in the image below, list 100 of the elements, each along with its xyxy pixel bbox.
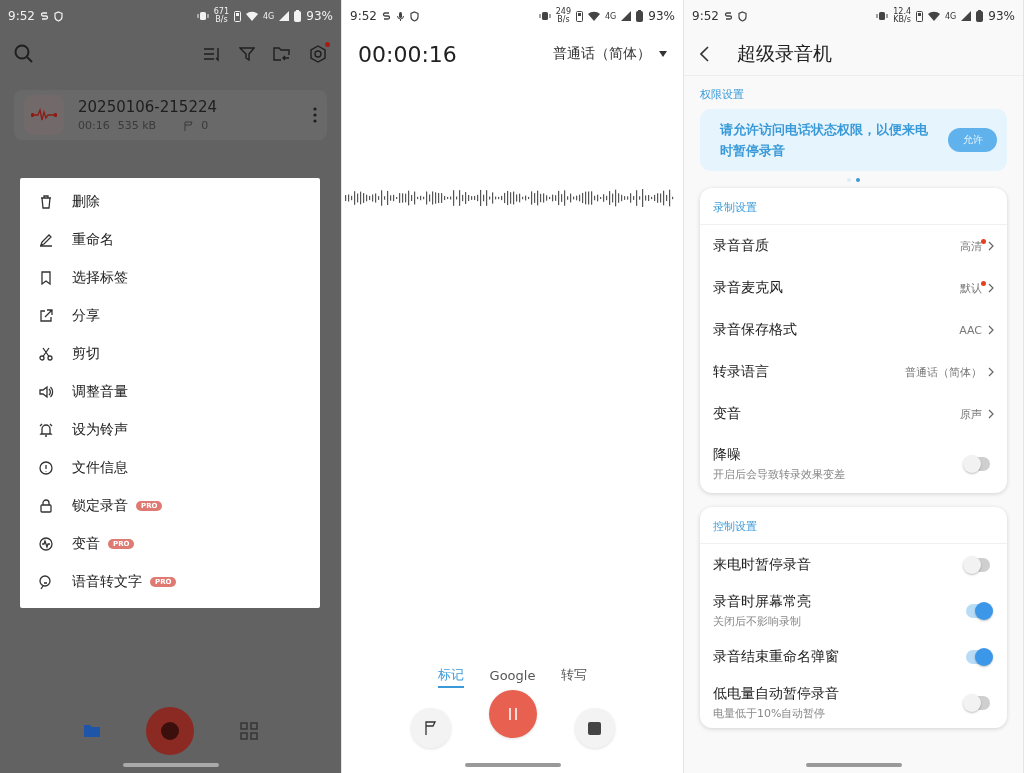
menu-item[interactable]: 文件信息 <box>20 449 320 487</box>
network-speed: B/s <box>557 16 570 24</box>
setting-value: AAC <box>959 323 982 337</box>
toggle-switch[interactable] <box>966 650 990 664</box>
battery-level: 93% <box>648 9 675 23</box>
menu-item[interactable]: 调整音量 <box>20 373 320 411</box>
network-speed: KB/s <box>893 16 911 24</box>
shield-icon <box>737 10 747 22</box>
waveform-icon <box>31 108 57 122</box>
menu-item[interactable]: 重命名 <box>20 221 320 259</box>
menu-item[interactable]: 设为铃声 <box>20 411 320 449</box>
flag-icon <box>424 721 437 735</box>
toggle-switch[interactable] <box>966 558 990 572</box>
menu-item[interactable]: 删除 <box>20 183 320 221</box>
setting-value: 高清 <box>960 238 982 254</box>
lock-icon <box>38 498 54 514</box>
setting-label: 录音结束重命名弹窗 <box>713 648 840 666</box>
setting-description: 电量低于10%自动暂停 <box>713 706 827 721</box>
setting-label: 录音麦克风 <box>713 279 784 297</box>
import-folder-button[interactable] <box>273 46 291 62</box>
status-time: 9:52 <box>350 9 377 23</box>
toggle-switch[interactable] <box>966 604 990 618</box>
search-button[interactable] <box>14 44 34 64</box>
permission-message: 请允许访问电话状态权限，以便来电时暂停录音 <box>720 121 929 160</box>
battery-level: 93% <box>988 9 1015 23</box>
settings-row[interactable]: 转录语言 普通话（简体） <box>700 351 1007 393</box>
sim-icon <box>234 10 242 22</box>
setting-label: 变音 <box>713 405 742 423</box>
setting-value: 默认 <box>960 280 982 296</box>
s-app-icon <box>39 10 49 22</box>
setting-description: 关闭后不影响录制 <box>713 614 802 629</box>
status-time: 9:52 <box>8 9 35 23</box>
record-button[interactable] <box>146 707 195 755</box>
setting-description: 开启后会导致转录效果变差 <box>713 467 846 482</box>
setting-label: 录音保存格式 <box>713 321 798 339</box>
back-icon[interactable] <box>700 45 709 62</box>
setting-label: 降噪 <box>713 446 742 464</box>
settings-button[interactable] <box>309 45 327 63</box>
network-speed: 249 <box>555 8 572 16</box>
sort-button[interactable] <box>203 46 221 62</box>
setting-label: 来电时暂停录音 <box>713 556 812 574</box>
menu-item[interactable]: 分享 <box>20 297 320 335</box>
toggle-switch[interactable] <box>966 696 990 710</box>
stop-button[interactable] <box>574 708 615 748</box>
recording-name: 20250106-215224 <box>78 98 219 116</box>
page-title: 超级录音机 <box>737 40 832 66</box>
setting-label: 录音音质 <box>713 237 770 255</box>
battery-icon <box>636 10 644 22</box>
settings-row[interactable]: 录音音质 高清 <box>700 225 1007 267</box>
setting-label: 低电量自动暂停录音 <box>713 685 840 703</box>
sim-icon <box>576 10 584 22</box>
bell-icon <box>38 422 54 438</box>
toggle-switch[interactable] <box>966 457 990 471</box>
voice-change-icon <box>38 536 54 552</box>
setting-label: 转录语言 <box>713 363 770 381</box>
wifi-icon <box>928 11 941 21</box>
tab[interactable]: Google <box>489 664 536 688</box>
group-title: 录制设置 <box>700 188 1007 225</box>
info-icon <box>38 460 54 476</box>
filter-button[interactable] <box>239 46 255 62</box>
settings-row[interactable]: 变音 原声 <box>700 393 1007 435</box>
network-type: 4G <box>605 11 617 21</box>
signal-icon <box>621 11 632 21</box>
pause-icon <box>507 708 518 720</box>
network-speed: 671 <box>213 8 230 16</box>
tools-tab[interactable] <box>240 722 259 740</box>
signal-icon <box>961 11 972 21</box>
tab[interactable]: 转写 <box>561 664 588 688</box>
setting-value: 原声 <box>960 406 982 422</box>
record-icon <box>160 721 181 741</box>
chevron-icon <box>988 325 994 335</box>
filter-icon <box>239 46 255 62</box>
shield-icon <box>409 10 419 22</box>
flag-icon <box>184 120 194 131</box>
wifi-icon <box>246 11 259 21</box>
section-label: 权限设置 <box>699 87 745 103</box>
settings-row[interactable]: 录音保存格式 AAC <box>700 309 1007 351</box>
pause-button[interactable] <box>488 690 537 738</box>
setting-label: 录音时屏幕常亮 <box>713 593 812 611</box>
bookmark-icon <box>38 270 54 286</box>
folder-arrow-icon <box>273 46 291 62</box>
menu-item[interactable]: 选择标签 <box>20 259 320 297</box>
menu-item[interactable]: 剪切 <box>20 335 320 373</box>
folder-icon <box>82 723 101 739</box>
network-type: 4G <box>945 11 957 21</box>
speech-icon <box>38 574 54 590</box>
network-speed: 12.4 <box>893 8 912 16</box>
language-dropdown[interactable]: 普通话（简体） <box>553 45 667 63</box>
settings-row[interactable]: 录音麦克风 默认 <box>700 267 1007 309</box>
more-icon[interactable] <box>313 107 317 123</box>
sort-icon <box>203 46 221 62</box>
pencil-icon <box>38 232 54 248</box>
stop-icon <box>588 721 601 735</box>
signal-icon <box>279 11 290 21</box>
scissors-icon <box>38 346 54 362</box>
chevron-icon <box>988 409 994 419</box>
flag-button[interactable] <box>410 708 451 748</box>
recording-timer: 00:00:16 <box>358 41 457 67</box>
s-app-icon <box>723 10 733 22</box>
search-icon <box>14 44 34 64</box>
